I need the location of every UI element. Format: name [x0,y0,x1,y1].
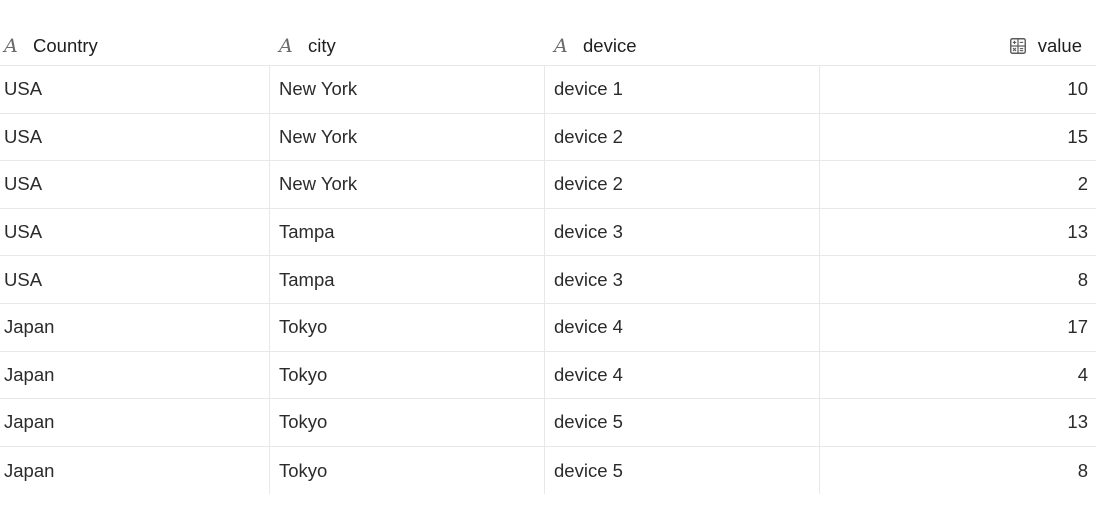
device-cell[interactable]: device 3 [545,208,820,256]
column-header-value[interactable]: value [820,26,1096,65]
city-cell[interactable]: Tampa [270,256,545,303]
device-cell[interactable]: device 3 [545,256,820,303]
device-cell[interactable]: device 4 [545,351,820,399]
country-cell[interactable]: Japan [0,399,270,446]
country-cell[interactable]: USA [0,161,270,208]
device-cell[interactable]: device 2 [545,161,820,208]
value-cell[interactable]: 8 [820,256,1096,303]
text-type-icon: A [279,34,293,57]
country-cell[interactable]: Japan [0,351,270,399]
table-row[interactable]: USA New York device 1 10 [0,66,1096,114]
value-cell[interactable]: 13 [820,399,1096,446]
text-type-icon: A [554,34,568,57]
value-cell[interactable]: 2 [820,161,1096,208]
table-row[interactable]: Japan Tokyo device 4 17 [0,303,1096,352]
country-cell[interactable]: USA [0,113,270,161]
value-cell[interactable]: 13 [820,209,1096,256]
table-row[interactable]: USA Tampa device 3 13 [0,208,1096,257]
city-cell[interactable]: New York [270,161,545,208]
country-cell[interactable]: USA [0,256,270,303]
city-cell[interactable]: Tokyo [270,446,545,495]
number-type-icon [1009,37,1026,54]
table-row[interactable]: USA Tampa device 3 8 [0,256,1096,304]
city-cell[interactable]: New York [270,113,545,161]
table-row[interactable]: USA New York device 2 2 [0,161,1096,209]
device-cell[interactable]: device 1 [545,66,820,113]
table-row[interactable]: USA New York device 2 15 [0,113,1096,162]
country-cell[interactable]: USA [0,208,270,256]
column-header-label: Country [33,34,98,56]
city-cell[interactable]: Tampa [270,208,545,256]
country-cell[interactable]: Japan [0,303,270,351]
column-header-label: value [1037,34,1082,56]
table-row[interactable]: Japan Tokyo device 5 13 [0,399,1096,447]
country-cell[interactable]: USA [0,66,270,113]
city-cell[interactable]: Tokyo [270,303,545,351]
table-header-row: A Country A city A device value [0,26,1096,66]
city-cell[interactable]: Tokyo [270,399,545,446]
column-header-label: city [308,34,336,56]
value-cell[interactable]: 4 [820,352,1096,399]
value-cell[interactable]: 10 [820,66,1096,113]
device-cell[interactable]: device 2 [545,113,820,161]
value-cell[interactable]: 8 [820,447,1096,495]
column-header-city[interactable]: A city [270,26,545,65]
table-row[interactable]: Japan Tokyo device 4 4 [0,351,1096,400]
city-cell[interactable]: Tokyo [270,351,545,399]
device-cell[interactable]: device 5 [545,399,820,446]
data-table: A Country A city A device value USA New … [0,26,1096,495]
column-header-label: device [583,34,637,56]
table-row[interactable]: Japan Tokyo device 5 8 [0,446,1096,495]
column-header-device[interactable]: A device [545,26,820,65]
column-header-country[interactable]: A Country [0,26,270,65]
city-cell[interactable]: New York [270,66,545,113]
device-cell[interactable]: device 5 [545,446,820,495]
text-type-icon: A [4,34,18,57]
value-cell[interactable]: 15 [820,114,1096,161]
country-cell[interactable]: Japan [0,446,270,495]
value-cell[interactable]: 17 [820,304,1096,351]
device-cell[interactable]: device 4 [545,303,820,351]
